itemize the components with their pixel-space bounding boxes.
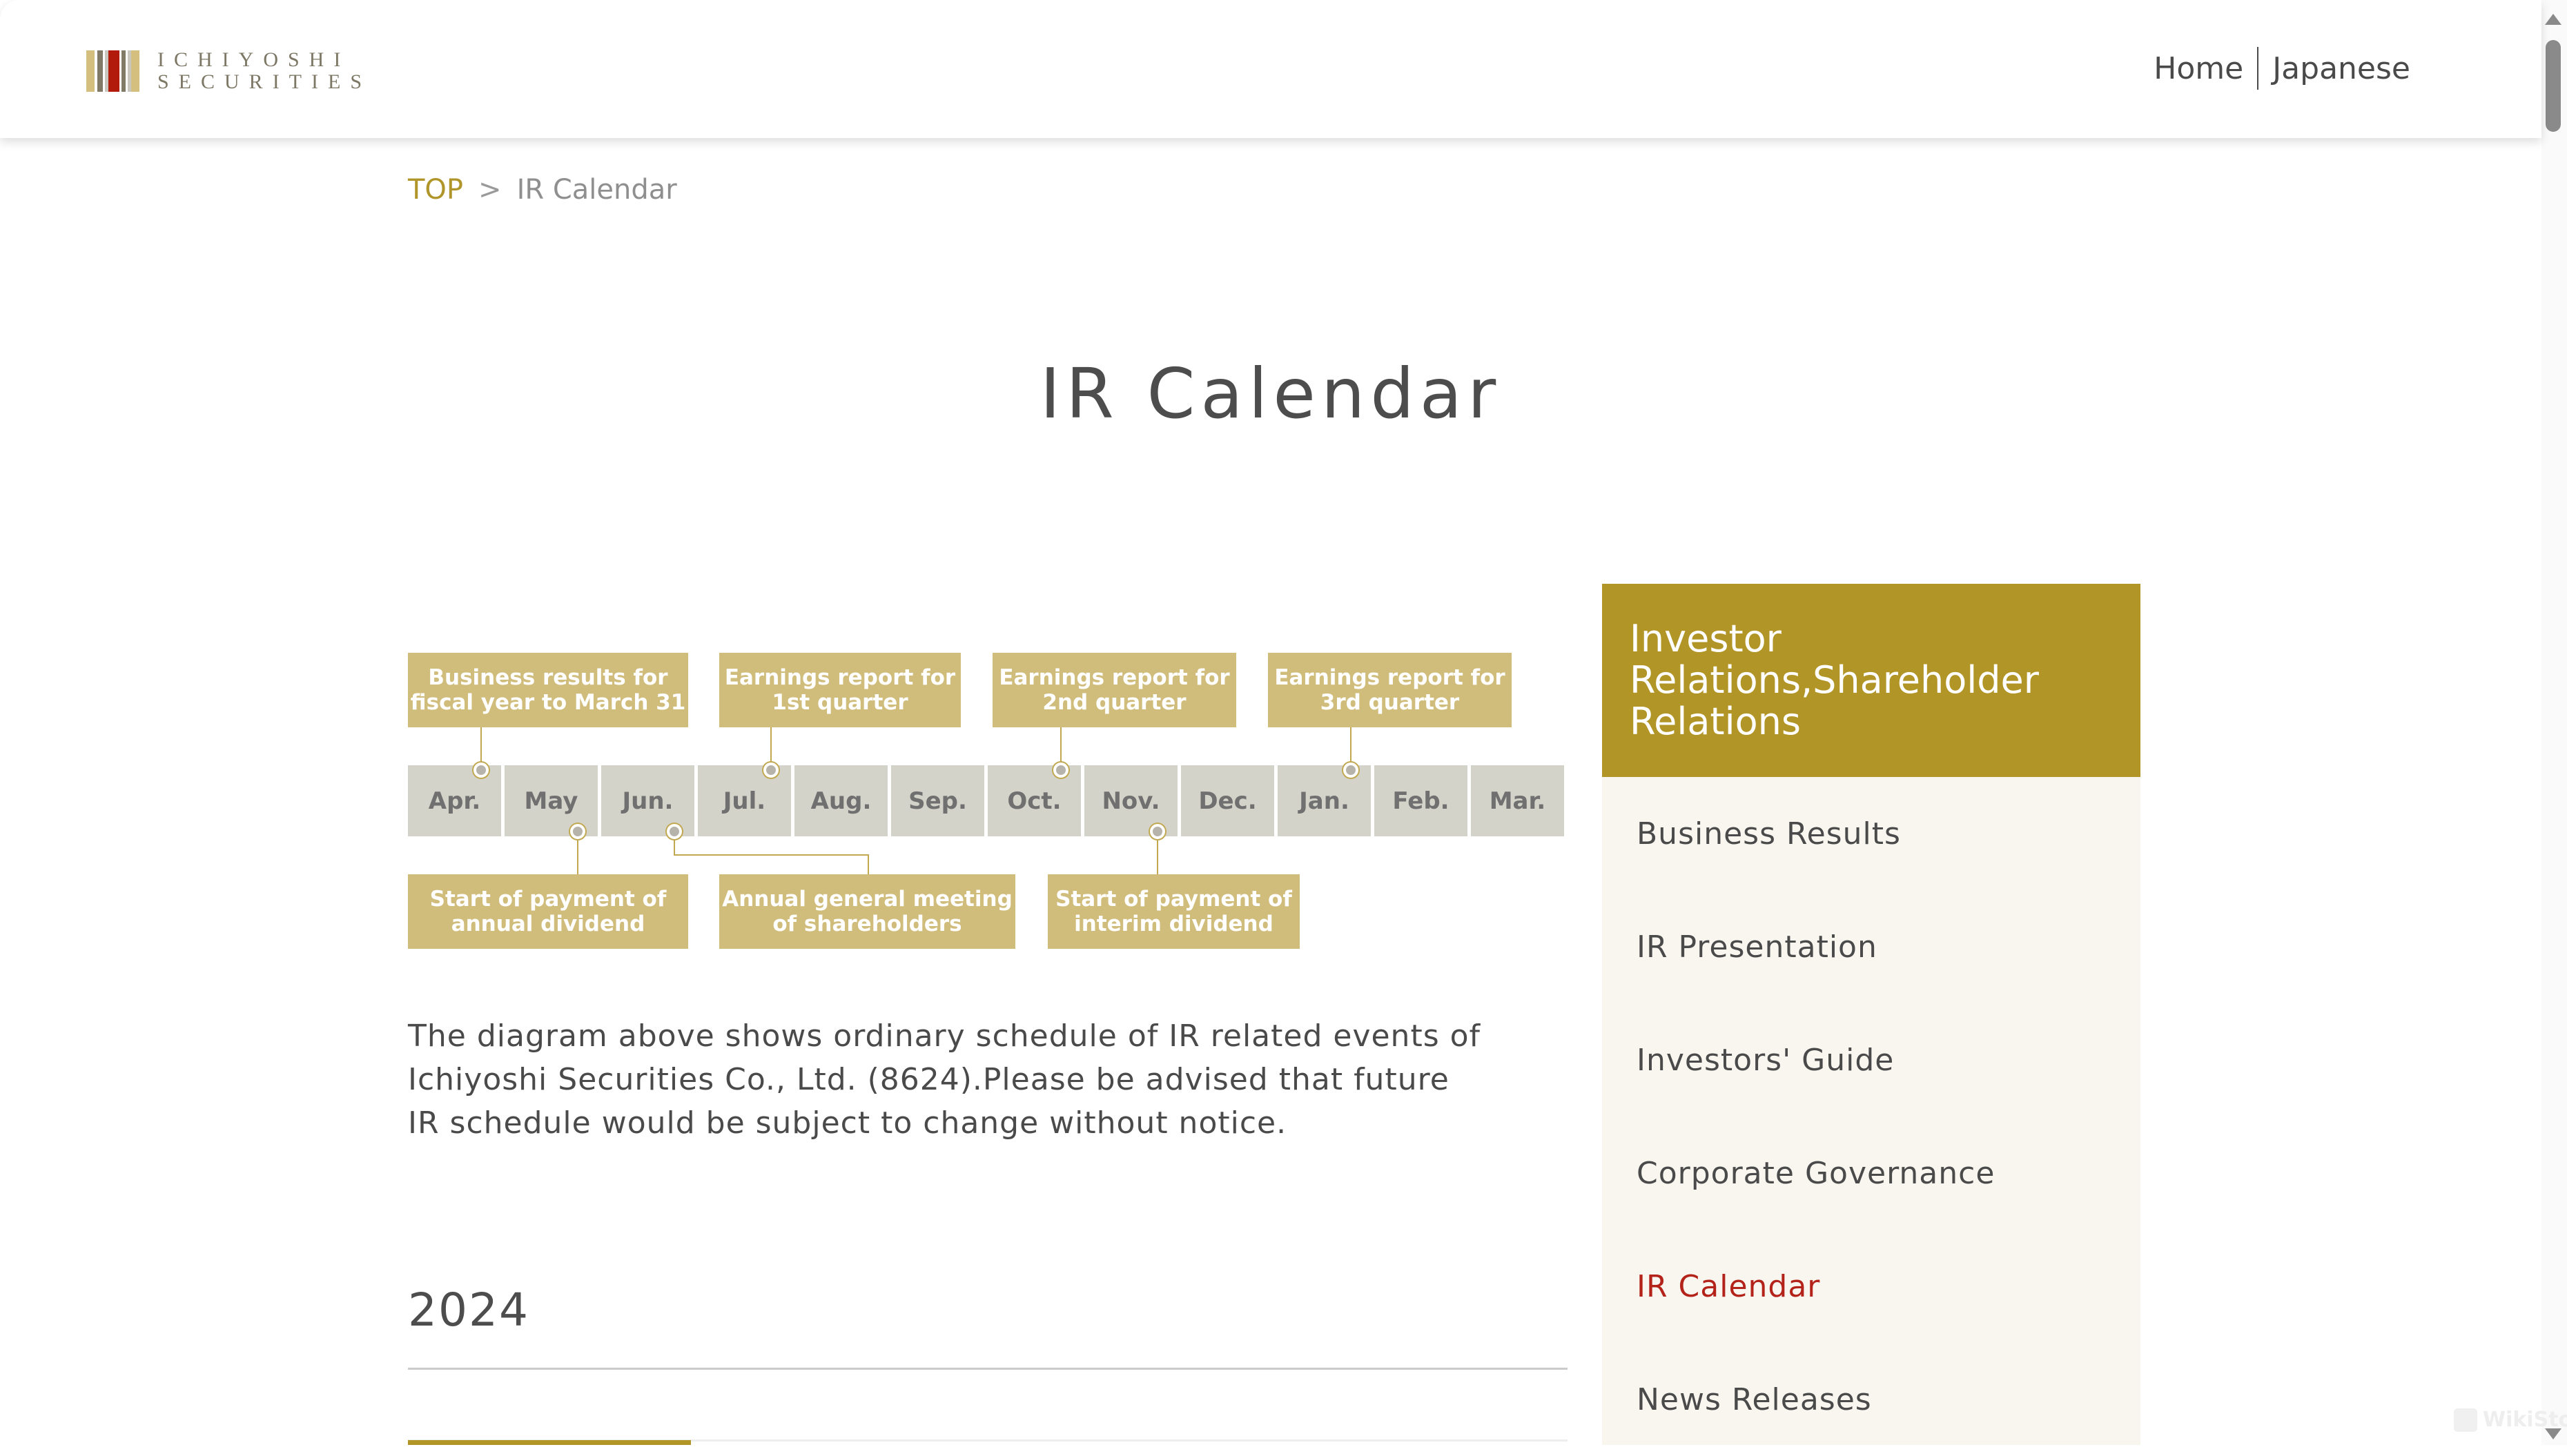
logo-line2: SECURITIES [157,70,372,93]
month-cell: Apr. [408,765,501,836]
header-nav: Home Japanese [2154,47,2410,90]
month-cell: Oct. [988,765,1081,836]
event-marker-dot [570,824,585,839]
month-cell: May [505,765,598,836]
event-connector [1060,727,1062,765]
year-divider [408,1368,1568,1370]
sidebar-item-ir-presentation[interactable]: IR Presentation [1602,890,2140,1003]
site-header: ICHIYOSHI SECURITIES Home Japanese [0,0,2541,138]
event-box-below: Start of payment of annual dividend [408,874,688,949]
event-marker-dot [474,763,489,778]
month-cell: Dec. [1181,765,1274,836]
ir-calendar-diagram: Apr. May Jun. Jul. Aug. Sep. Oct. Nov. Dec. Jan. F… [408,653,1568,950]
event-connector [577,836,578,874]
month-cell: Aug. [794,765,888,836]
event-marker-dot [667,824,682,839]
scroll-up-arrow-icon[interactable] [2545,14,2561,25]
event-box-above: Earnings report for 3rd quarter [1268,653,1512,727]
nav-divider [2257,47,2259,90]
page-title: IR Calendar [1040,353,1502,434]
month-cell: Jan. [1278,765,1371,836]
watermark-logo-icon [2454,1408,2477,1432]
breadcrumb-current: IR Calendar [516,174,677,206]
nav-japanese-link[interactable]: Japanese [2272,51,2410,86]
event-box-below: Start of payment of interim dividend [1048,874,1300,949]
active-tab-indicator[interactable] [408,1440,691,1445]
nav-home-link[interactable]: Home [2154,51,2243,86]
event-connector [868,854,869,874]
event-marker-dot [1053,763,1068,778]
year-heading: 2024 [408,1283,529,1337]
month-cell: Jun. [601,765,694,836]
event-marker-dot [1343,763,1358,778]
scroll-thumb[interactable] [2546,40,2561,132]
sidebar-item-investors-guide[interactable]: Investors' Guide [1602,1003,2140,1116]
logo-stripe [97,50,103,92]
sidebar-heading: Investor Relations,Shareholder Relations [1602,584,2140,777]
event-connector [674,854,869,856]
watermark-text: WikiStock [2483,1408,2567,1432]
sidebar-item-business-results[interactable]: Business Results [1602,777,2140,890]
logo-stripe [86,50,95,92]
breadcrumb-separator: > [478,174,502,206]
month-cell: Nov. [1084,765,1178,836]
calendar-description: The diagram above shows ordinary schedul… [408,1019,1481,1141]
logo-line1: ICHIYOSHI [157,48,351,71]
event-box-below: Annual general meeting of shareholders [719,874,1015,949]
logo-stripes-icon [86,50,139,92]
event-box-above: Earnings report for 1st quarter [719,653,961,727]
logo-wordmark: ICHIYOSHI SECURITIES [157,50,371,92]
logo-stripe [131,50,139,92]
vertical-scrollbar[interactable] [2541,0,2567,1445]
event-connector [480,727,482,765]
month-cell: Feb. [1374,765,1467,836]
event-connector [770,727,772,765]
breadcrumb-top-link[interactable]: TOP [408,174,463,206]
breadcrumb: TOP > IR Calendar [408,174,677,206]
month-cell: Jul. [698,765,791,836]
sidebar-item-news-releases[interactable]: News Releases [1602,1343,2140,1456]
event-marker-dot [763,763,779,778]
sidebar-item-corporate-governance[interactable]: Corporate Governance [1602,1116,2140,1230]
event-connector [1350,727,1351,765]
logo-stripe [108,50,119,92]
sidebar: Investor Relations,Shareholder Relations… [1602,584,2140,1445]
sidebar-item-ir-calendar[interactable]: IR Calendar [1602,1230,2140,1343]
month-cell: Sep. [891,765,984,836]
event-connector [1157,836,1158,874]
sidebar-menu: Business Results IR Presentation Investors… [1602,777,2140,1456]
event-marker-dot [1150,824,1165,839]
event-box-above: Earnings report for 2nd quarter [993,653,1236,727]
watermark: WikiStock [2454,1408,2567,1432]
month-cell: Mar. [1471,765,1564,836]
event-box-above: Business results for fiscal year to Marc… [408,653,688,727]
company-logo[interactable]: ICHIYOSHI SECURITIES [86,50,371,92]
